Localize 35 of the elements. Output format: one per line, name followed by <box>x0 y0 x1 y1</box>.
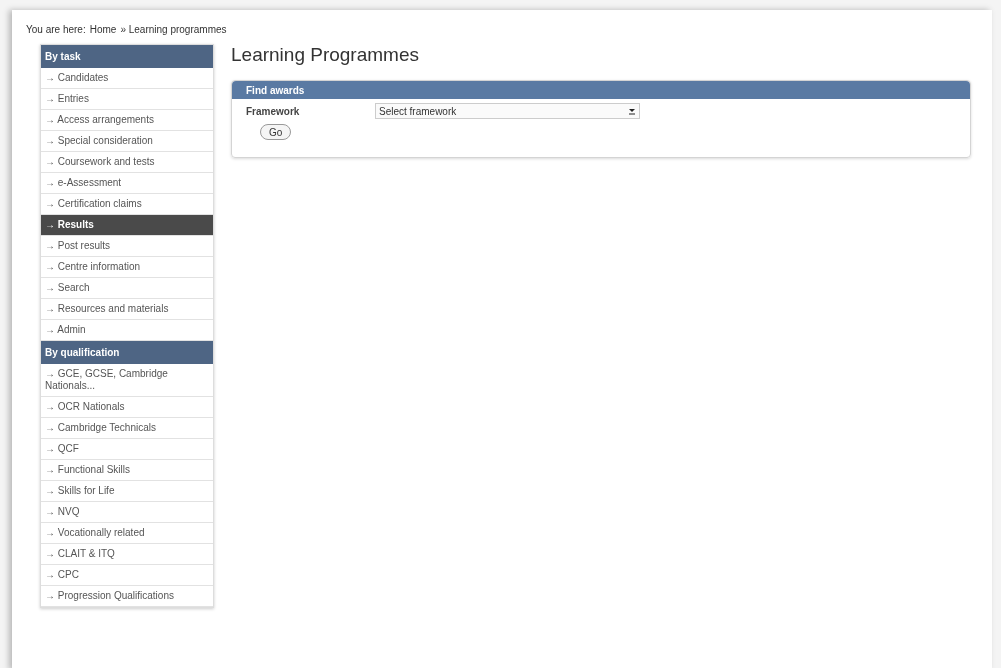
breadcrumb-label: You are here: <box>26 22 86 37</box>
sidebar-item[interactable]: → Resources and materials <box>41 299 213 320</box>
sidebar-item[interactable]: → Vocationally related <box>41 523 213 544</box>
sidebar-item[interactable]: → Certification claims <box>41 194 213 215</box>
sidebar-item[interactable]: → OCR Nationals <box>41 397 213 418</box>
sidebar-item[interactable]: → Search <box>41 278 213 299</box>
framework-select[interactable]: Select framework <box>375 103 640 119</box>
sidebar-item[interactable]: → CLAIT & ITQ <box>41 544 213 565</box>
sidebar-item[interactable]: → Results <box>41 215 213 236</box>
sidebar-item[interactable]: → GCE, GCSE, Cambridge Nationals... <box>41 364 213 397</box>
sidebar-item[interactable]: → NVQ <box>41 502 213 523</box>
sidebar-item[interactable]: → QCF <box>41 439 213 460</box>
sidebar-item[interactable]: → Progression Qualifications <box>41 586 213 607</box>
sidebar-item[interactable]: → Skills for Life <box>41 481 213 502</box>
sidebar-item[interactable]: → CPC <box>41 565 213 586</box>
sidebar-item[interactable]: → Centre information <box>41 257 213 278</box>
sidebar-heading: By task <box>41 45 213 68</box>
breadcrumb-link[interactable]: » Learning programmes <box>120 21 227 37</box>
sidebar-item[interactable]: → Entries <box>41 89 213 110</box>
sidebar-item[interactable]: → Special consideration <box>41 131 213 152</box>
breadcrumb-link[interactable]: Home <box>89 21 117 37</box>
sidebar-item[interactable]: → Admin <box>41 320 213 341</box>
go-button[interactable]: Go <box>260 124 292 140</box>
sidebar-heading: By qualification <box>41 341 213 364</box>
sidebar-item[interactable]: → Cambridge Technicals <box>41 418 213 439</box>
sidebar-item[interactable]: → Functional Skills <box>41 460 213 481</box>
sidebar-item[interactable]: → Access arrangements <box>41 110 213 131</box>
dropdown-arrow-icon <box>628 107 636 115</box>
sidebar-item[interactable]: → e-Assessment <box>41 173 213 194</box>
panel-header: Find awards <box>232 81 970 99</box>
sidebar-item[interactable]: → Post results <box>41 236 213 257</box>
sidebar-item[interactable]: → Coursework and tests <box>41 152 213 173</box>
field-label: Framework <box>246 104 301 119</box>
page-title: Learning Programmes <box>231 44 420 66</box>
sidebar-item[interactable]: → Candidates <box>41 68 213 89</box>
